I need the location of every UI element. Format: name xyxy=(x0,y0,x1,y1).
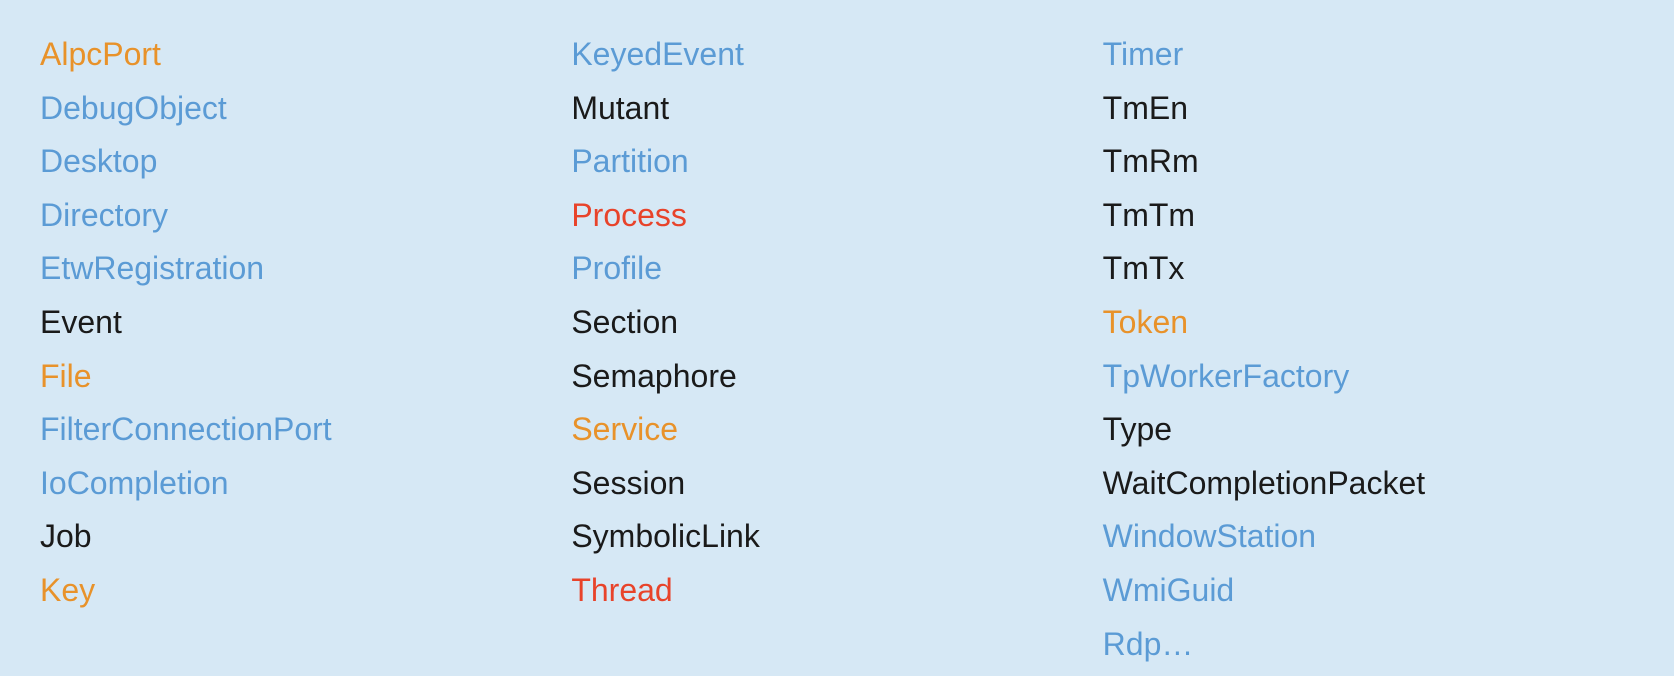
list-item: Session xyxy=(571,459,1102,509)
list-item: Rdp… xyxy=(1103,620,1634,670)
column-3: TimerTmEnTmRmTmTmTmTxTokenTpWorkerFactor… xyxy=(1103,30,1634,669)
column-1: AlpcPortDebugObjectDesktopDirectoryEtwRe… xyxy=(40,30,571,669)
list-item: Process xyxy=(571,191,1102,241)
list-item: Directory xyxy=(40,191,571,241)
list-item: WindowStation xyxy=(1103,512,1634,562)
list-item: Partition xyxy=(571,137,1102,187)
list-item: Thread xyxy=(571,566,1102,616)
list-item: Event xyxy=(40,298,571,348)
list-item: Profile xyxy=(571,244,1102,294)
list-item: TmTx xyxy=(1103,244,1634,294)
list-item: SymbolicLink xyxy=(571,512,1102,562)
list-item: Semaphore xyxy=(571,352,1102,402)
list-item: WmiGuid xyxy=(1103,566,1634,616)
list-item: TmTm xyxy=(1103,191,1634,241)
column-2: KeyedEventMutantPartitionProcessProfileS… xyxy=(571,30,1102,669)
list-item: Token xyxy=(1103,298,1634,348)
list-item: TpWorkerFactory xyxy=(1103,352,1634,402)
list-item: Key xyxy=(40,566,571,616)
list-item: DebugObject xyxy=(40,84,571,134)
list-item: Job xyxy=(40,512,571,562)
list-item: WaitCompletionPacket xyxy=(1103,459,1634,509)
list-item: Section xyxy=(571,298,1102,348)
list-item: EtwRegistration xyxy=(40,244,571,294)
list-item: File xyxy=(40,352,571,402)
list-item: TmRm xyxy=(1103,137,1634,187)
columns-container: AlpcPortDebugObjectDesktopDirectoryEtwRe… xyxy=(40,30,1634,669)
list-item: KeyedEvent xyxy=(571,30,1102,80)
list-item: Mutant xyxy=(571,84,1102,134)
list-item: IoCompletion xyxy=(40,459,571,509)
list-item: Service xyxy=(571,405,1102,455)
list-item: Timer xyxy=(1103,30,1634,80)
list-item: Type xyxy=(1103,405,1634,455)
list-item: Desktop xyxy=(40,137,571,187)
list-item: FilterConnectionPort xyxy=(40,405,571,455)
list-item: TmEn xyxy=(1103,84,1634,134)
list-item: AlpcPort xyxy=(40,30,571,80)
